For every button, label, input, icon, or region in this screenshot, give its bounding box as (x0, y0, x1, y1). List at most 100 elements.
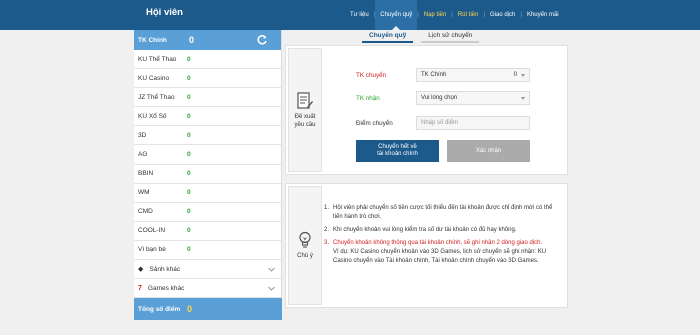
group-games-khac[interactable]: 7 Games khác (134, 279, 281, 299)
nav-chuyen-quy[interactable]: Chuyển quỹ (375, 0, 418, 30)
group-label: Games khác (147, 284, 185, 292)
wallet-balance: 0 (187, 227, 191, 235)
wallet-name: KU Xổ Số (138, 112, 167, 120)
to-account-label: TK nhận (356, 94, 380, 102)
refresh-icon[interactable] (256, 34, 268, 46)
wallet-row[interactable]: CMD 0 (134, 203, 281, 222)
wallet-name: KU Casino (138, 74, 170, 82)
wallet-row[interactable]: COOL-IN 0 (134, 222, 281, 241)
points-input[interactable]: Nhập số điểm (416, 116, 530, 130)
from-account-label: TK chuyển (356, 71, 387, 79)
confirm-button[interactable]: Xác nhận (447, 140, 530, 162)
from-account-amount: 0 (513, 72, 517, 78)
wallet-row[interactable]: 3D 0 (134, 126, 281, 146)
wallet-row[interactable]: JZ Thể Thao 0 (134, 88, 281, 108)
total-points-label: Tổng số điểm (138, 305, 181, 313)
note-example: Ví dụ: KU Casino chuyển khoản vào 3D Gam… (333, 249, 547, 264)
nav-nap-tien[interactable]: Nạp tiền (419, 0, 451, 30)
wallet-balance: 0 (187, 189, 191, 197)
note-number: 1. (324, 205, 330, 211)
lightbulb-icon (299, 231, 311, 248)
points-row: Điểm chuyển Nhập số điểm (356, 116, 530, 130)
request-form-icon (297, 91, 313, 109)
request-label-line2: yêu cầu (294, 121, 316, 128)
nav-chuyen-quy-label: Chuyển quỹ (380, 12, 413, 18)
nav-rut-tien[interactable]: Rút tiền (453, 0, 484, 30)
note-item: 2. Khi chuyển khoản vui lòng kiểm tra số … (324, 226, 563, 235)
nav-tu-lieu[interactable]: Tư liệu (345, 0, 374, 30)
chevron-down-icon (521, 97, 525, 100)
wallet-balance: 0 (187, 93, 191, 101)
request-side-column: Đề xuất yêu cầu (288, 48, 322, 172)
wallet-name: WM (138, 189, 150, 197)
from-account-value: TK Chính (421, 72, 447, 78)
wallet-balance: 0 (187, 74, 191, 82)
wallet-balance: 0 (187, 151, 191, 159)
request-label-line1: Đề xuất (294, 113, 316, 120)
note-number: 3. (324, 240, 330, 246)
request-side-label: Đề xuất yêu cầu (294, 113, 315, 129)
page-title: Hội viên (146, 7, 183, 18)
sub-tabs: Chuyển quỹ Lịch sử chuyển (362, 30, 487, 44)
wallet-row[interactable]: Vì bạn bè 0 (134, 241, 281, 261)
wallet-balance: 0 (187, 246, 191, 254)
nav-khuyen-mai[interactable]: Khuyến mãi (522, 0, 564, 30)
wallet-row[interactable]: KU Xổ Số 0 (134, 107, 281, 127)
transfer-all-line2: tài khoản chính (377, 151, 418, 157)
chevron-down-icon (521, 74, 525, 77)
wallet-row[interactable]: WM 0 (134, 184, 281, 203)
seven-icon: 7 (138, 284, 142, 292)
transfer-panel: Đề xuất yêu cầu TK chuyển TK Chính 0 TK … (285, 45, 568, 175)
main-account-label: TK Chính (138, 36, 167, 44)
wallet-balance: 0 (187, 131, 191, 139)
from-account-select[interactable]: TK Chính 0 (416, 68, 530, 82)
total-points-value: 0 (187, 304, 193, 314)
total-points-row: Tổng số điểm 0 (134, 298, 282, 320)
chevron-down-icon (268, 267, 275, 272)
to-account-row: TK nhận Vui lòng chọn (356, 91, 530, 105)
tab-lich-su-chuyen[interactable]: Lịch sử chuyển (421, 30, 480, 43)
top-header: Hội viên Tư liệu | Chuyển quỹ | Nạp tiền… (0, 0, 700, 30)
wallet-row[interactable]: KU Casino 0 (134, 69, 281, 89)
note-text: Khi chuyển khoản vui lòng kiểm tra số dư… (333, 227, 517, 233)
transfer-all-button[interactable]: Chuyển hết về tài khoản chính (356, 140, 439, 162)
wallet-row[interactable]: BBIN 0 (134, 165, 281, 184)
main-account-balance: 0 (189, 35, 195, 45)
transfer-all-line1: Chuyển hết về (378, 144, 417, 150)
wallet-name: 3D (138, 131, 147, 139)
wallet-name: KU Thể Thao (138, 55, 177, 63)
from-account-row: TK chuyển TK Chính 0 (356, 68, 530, 82)
diamond-icon: ◆ (138, 266, 144, 274)
note-text: Hội viên phải chuyển số tiền cược tối th… (333, 205, 553, 220)
wallet-balance: 0 (187, 170, 191, 178)
notes-panel: Chú ý 1. Hội viên phải chuyển số tiền cượ… (285, 183, 568, 308)
wallet-name: BBIN (138, 170, 154, 178)
wallet-row[interactable]: KU Thể Thao 0 (134, 50, 281, 70)
note-number: 2. (324, 227, 330, 233)
notes-side-column: Chú ý (288, 186, 322, 305)
nav-giao-dich[interactable]: Giao dịch (485, 0, 520, 30)
group-label: Sảnh khác (149, 265, 181, 273)
note-item: 3. Chuyển khoản không thông qua tài khoản… (324, 239, 563, 266)
notes-side-label: Chú ý (297, 253, 313, 259)
wallet-sidebar: TK Chính 0 KU Thể Thao 0 KU Casino 0 JZ Th… (134, 30, 282, 320)
wallet-name: Vì bạn bè (138, 246, 166, 254)
group-sanh-khac[interactable]: ◆ Sảnh khác (134, 260, 281, 280)
to-account-select[interactable]: Vui lòng chọn (416, 91, 530, 105)
main-nav: Tư liệu | Chuyển quỹ | Nạp tiền | Rút ti… (345, 0, 564, 30)
wallet-balance: 0 (187, 208, 191, 216)
wallet-name: AG (138, 151, 148, 159)
wallet-balance: 0 (187, 112, 191, 120)
tab-chuyen-quy[interactable]: Chuyển quỹ (362, 30, 414, 43)
notes-list: 1. Hội viên phải chuyển số tiền cược tối … (323, 204, 563, 270)
to-account-value: Vui lòng chọn (421, 95, 458, 101)
note-item: 1. Hội viên phải chuyển số tiền cược tối … (324, 204, 563, 222)
wallet-name: CMD (138, 208, 153, 216)
transfer-all-label: Chuyển hết về tài khoản chính (377, 144, 418, 158)
note-text-warning: Chuyển khoản không thông qua tài khoản c… (333, 240, 543, 246)
wallet-balance: 0 (187, 55, 191, 63)
wallet-name: JZ Thể Thao (138, 93, 175, 101)
wallet-name: COOL-IN (138, 227, 166, 235)
points-label: Điểm chuyển (356, 119, 393, 127)
wallet-row[interactable]: AG 0 (134, 145, 281, 165)
